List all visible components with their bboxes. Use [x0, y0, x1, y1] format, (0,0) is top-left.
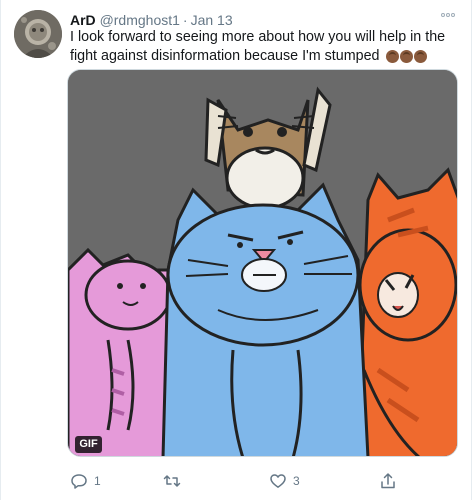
reply-button[interactable]: 1 [70, 471, 101, 491]
reply-count: 1 [94, 474, 101, 488]
heart-icon [270, 474, 286, 488]
blue-cat-illustration [161, 182, 370, 456]
reply-icon [71, 474, 87, 489]
tweet-actions: 1 3 [1, 471, 472, 491]
retweet-icon [163, 475, 181, 487]
display-name[interactable]: ArD [70, 12, 96, 28]
avatar[interactable] [14, 10, 62, 58]
gif-badge: GIF [75, 436, 102, 453]
face-palm-emoji [386, 50, 428, 63]
gif-media[interactable] [67, 69, 458, 457]
user-handle[interactable]: @rdmghost1 [100, 12, 180, 28]
like-count: 3 [293, 474, 300, 488]
orange-cat-illustration [356, 167, 457, 456]
separator-dot: · [182, 12, 188, 28]
like-button[interactable]: 3 [269, 471, 300, 491]
pink-cat-illustration [68, 247, 180, 456]
tweet-card: ArD @rdmghost1 · Jan 13 I look forward to … [0, 0, 472, 500]
tweet-header: ArD @rdmghost1 · Jan 13 [70, 11, 233, 29]
share-icon [381, 473, 395, 489]
share-button[interactable] [379, 471, 403, 491]
tweet-date[interactable]: Jan 13 [191, 12, 233, 28]
cats-gif-image [68, 70, 457, 456]
retweet-button[interactable] [163, 471, 187, 491]
ellipsis-icon[interactable] [439, 8, 457, 22]
tweet-text: I look forward to seeing more about how … [70, 28, 465, 66]
